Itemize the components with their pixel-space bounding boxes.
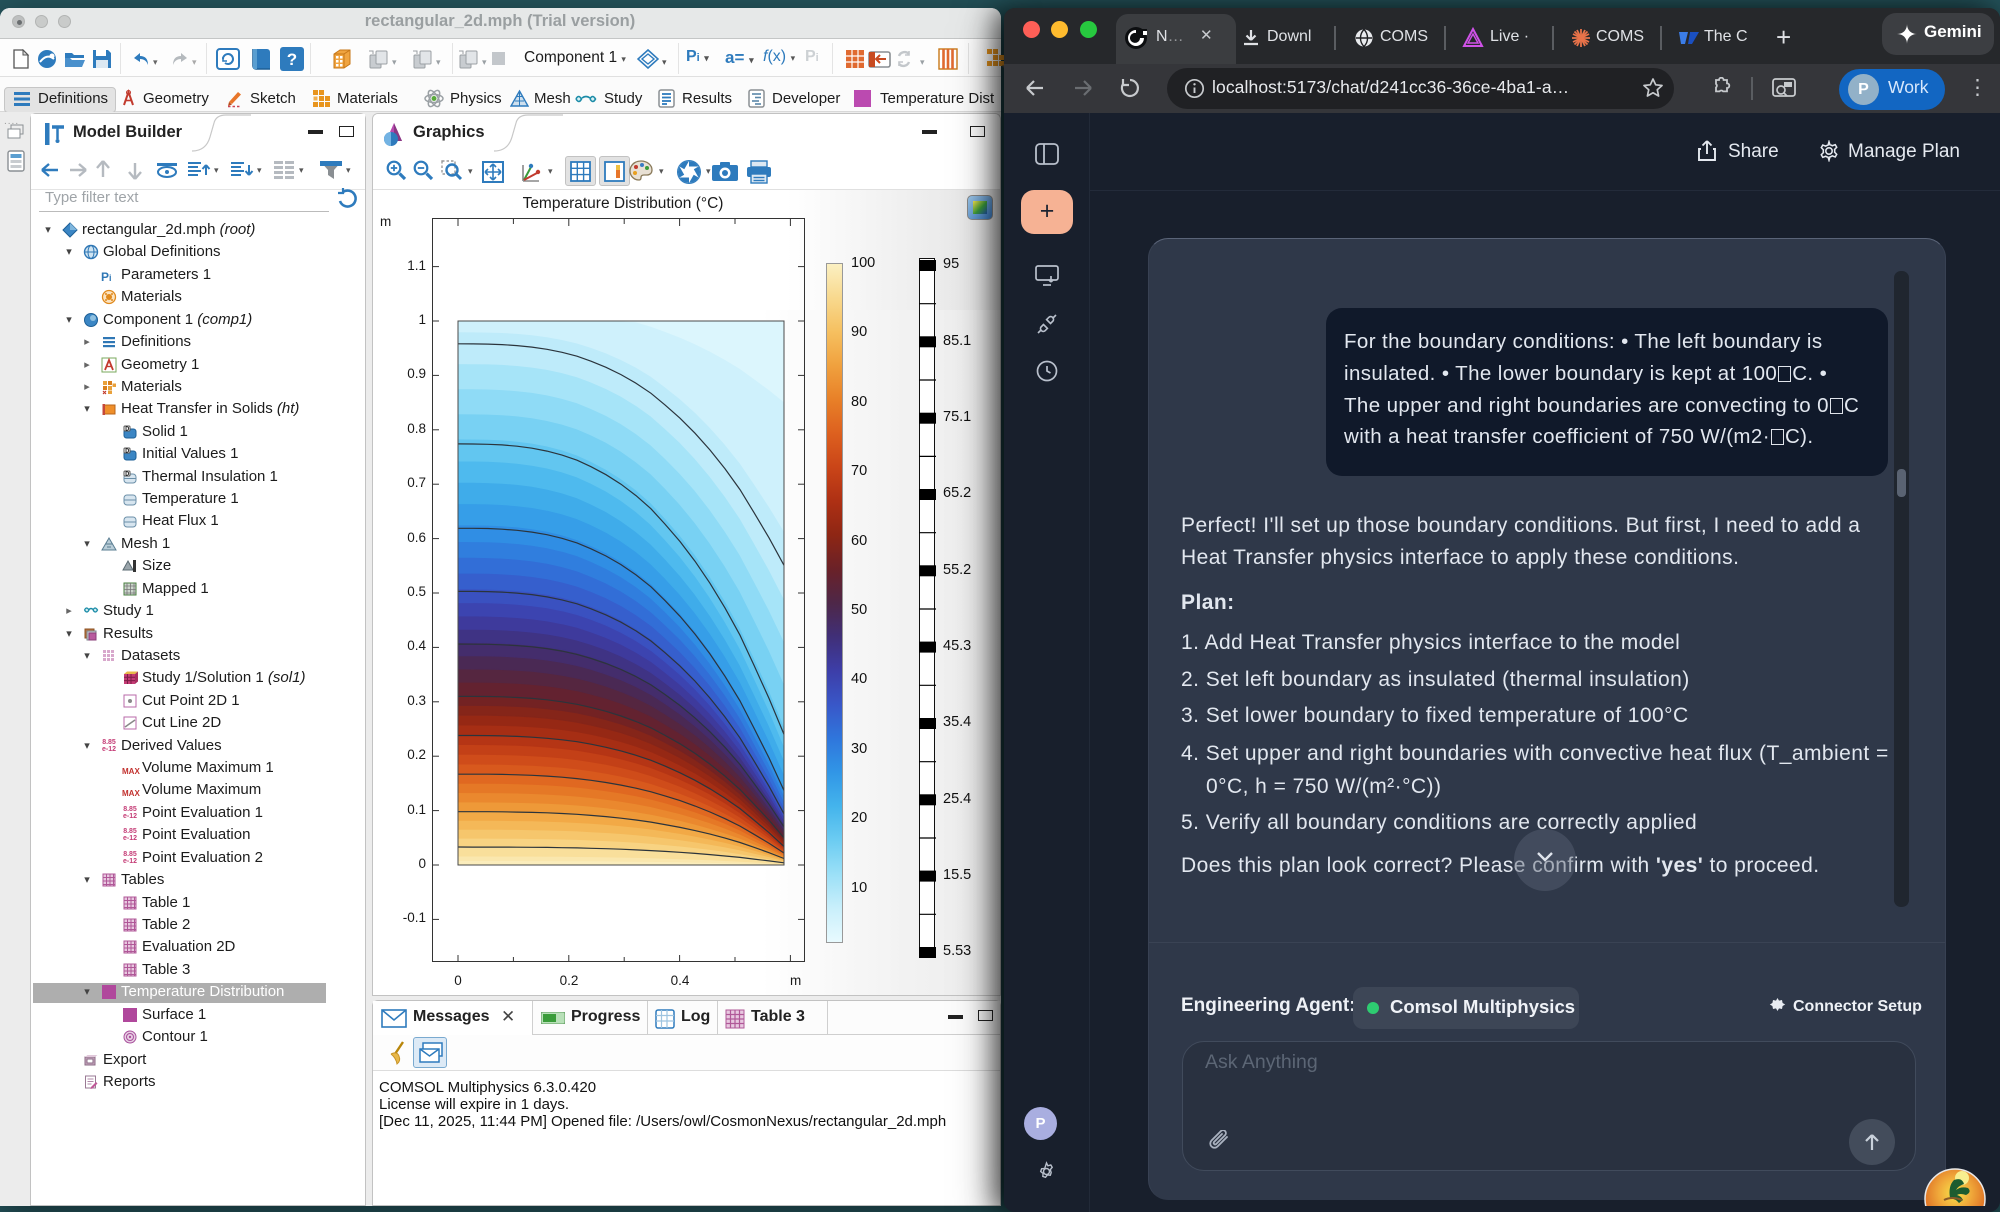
svg-text:D: D: [125, 448, 129, 454]
svg-text:D: D: [125, 471, 129, 477]
svg-text:D: D: [125, 426, 129, 432]
